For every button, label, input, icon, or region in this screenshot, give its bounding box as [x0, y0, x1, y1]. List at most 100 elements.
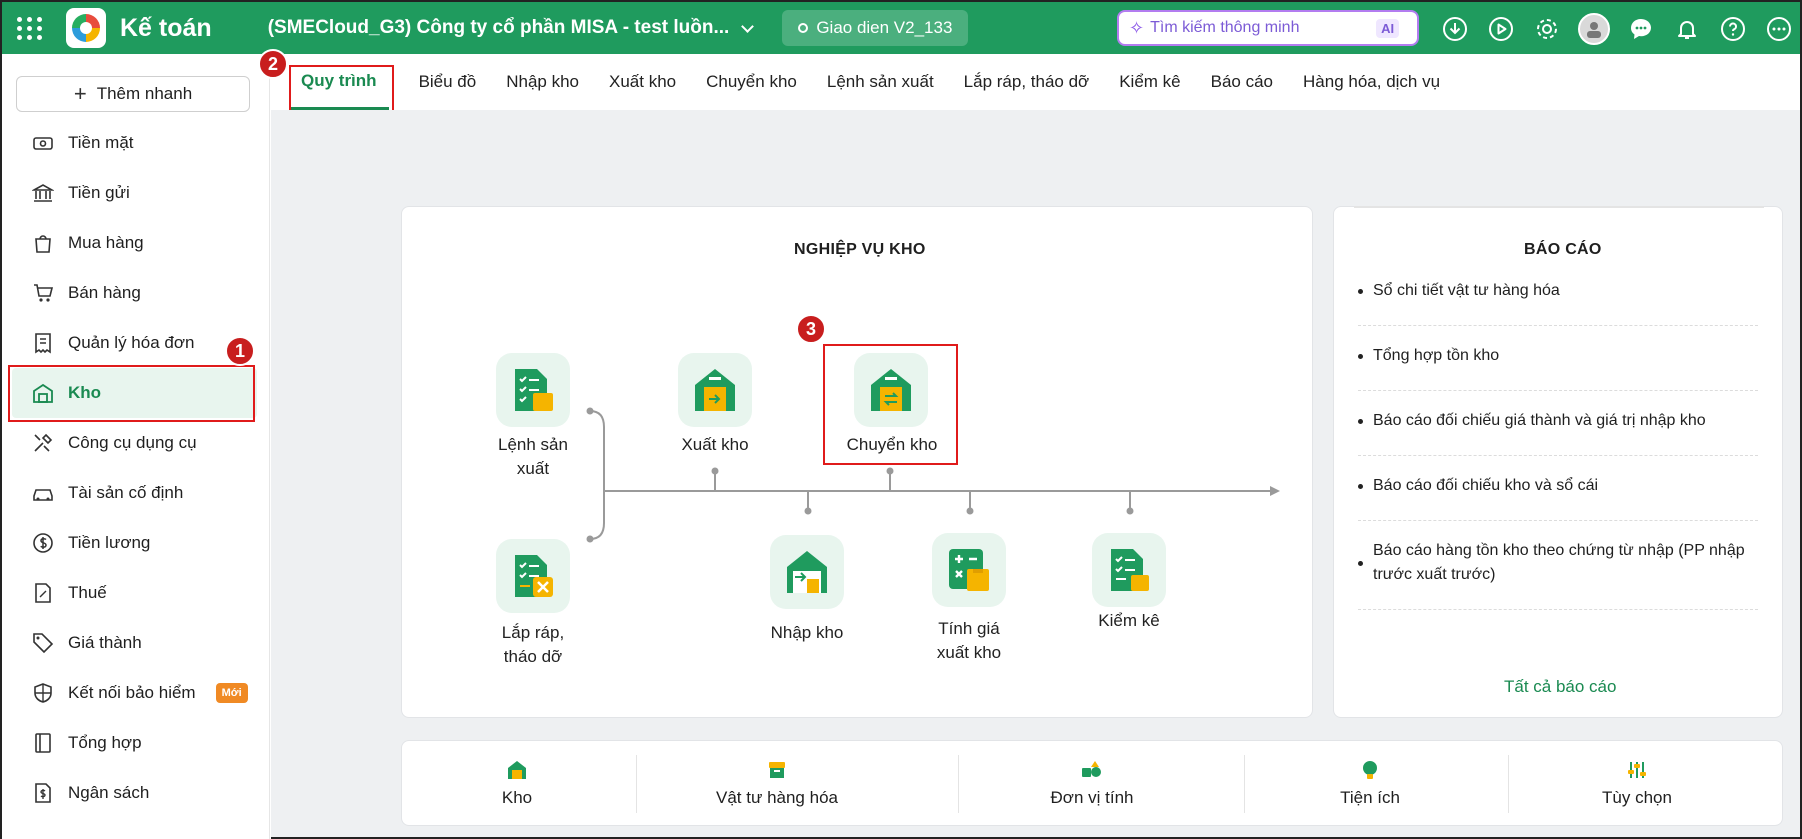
sidebar-item-label: Kết nối bảo hiểm: [68, 683, 196, 702]
tab[interactable]: Lắp ráp, tháo dỡ: [964, 54, 1090, 110]
production-order-icon[interactable]: [496, 353, 570, 427]
tab[interactable]: Nhập kho: [506, 54, 579, 110]
sidebar-item[interactable]: Tài sản cố định: [2, 468, 269, 518]
annotation-badge-3: 3: [796, 314, 826, 344]
book-icon: [35, 733, 51, 753]
bottom-item-kho[interactable]: Kho: [462, 741, 572, 827]
quick-add-label: Thêm nhanh: [96, 84, 193, 103]
annotation-badge-2: 2: [258, 49, 288, 79]
cost-calculation-icon[interactable]: [932, 533, 1006, 607]
tab-bar: Quy trình Biểu đồ Nhập kho Xuất kho Chuyển k…: [271, 54, 1802, 110]
download-icon[interactable]: [1440, 14, 1470, 44]
report-title: BÁO CÁO: [1524, 241, 1602, 258]
app-logo: [66, 8, 106, 48]
cart-icon: [34, 284, 54, 302]
bell-icon[interactable]: [1672, 14, 1702, 44]
circle-icon: [798, 23, 809, 33]
help-icon[interactable]: [1718, 14, 1748, 44]
unit-icon: [1082, 761, 1101, 777]
tab[interactable]: Kiểm kê: [1119, 54, 1180, 110]
ai-badge[interactable]: AI: [1376, 18, 1400, 38]
sidebar-item[interactable]: Giá thành: [2, 618, 269, 668]
top-bar: Kế toán (SMECloud_G3) Công ty cổ phần MI…: [0, 0, 1802, 54]
sidebar-item-label: Bán hàng: [68, 283, 141, 302]
process-card: NGHIỆP VỤ KHO Lệnh sản xuất Lắp ráp, thá…: [401, 206, 1313, 718]
version-label: Giao dien V2_133: [816, 18, 953, 37]
report-item[interactable]: Báo cáo đối chiếu kho và sổ cái: [1358, 474, 1758, 498]
bottom-item-utilities[interactable]: Tiện ích: [1250, 741, 1490, 827]
tab[interactable]: Quy trình: [289, 54, 389, 110]
stock-out-icon[interactable]: [678, 353, 752, 427]
sidebar-item[interactable]: Thuế: [2, 568, 269, 618]
warehouse-icon: [508, 761, 526, 779]
sidebar-item-label: Tiền mặt: [68, 133, 134, 152]
sidebar-item[interactable]: Ngân sách: [2, 768, 269, 818]
gear-icon[interactable]: [1532, 14, 1562, 44]
bottom-item-unit[interactable]: Đơn vị tính: [962, 741, 1222, 827]
sidebar-item[interactable]: Bán hàng: [2, 268, 269, 318]
main-content: NGHIỆP VỤ KHO Lệnh sản xuất Lắp ráp, thá…: [271, 110, 1802, 839]
report-item[interactable]: Báo cáo đối chiếu giá thành và giá trị n…: [1358, 409, 1758, 433]
sidebar-item[interactable]: Tiền gửi: [2, 168, 269, 218]
sidebar-item[interactable]: Kho: [12, 368, 257, 418]
sidebar: + Thêm nhanh Tiền mặt Tiền gửi Mua hàng Bán…: [0, 54, 270, 839]
cost-calculation-label[interactable]: Tính giá xuất kho: [912, 617, 1026, 665]
company-name: (SMECloud_G3) Công ty cổ phần MISA - tes…: [267, 17, 730, 38]
assembly-icon[interactable]: [496, 539, 570, 613]
dollar-circle-icon: [33, 533, 53, 553]
chevron-down-icon: [741, 19, 755, 33]
play-icon[interactable]: [1486, 14, 1516, 44]
report-item[interactable]: Tổng hợp tồn kho: [1358, 344, 1758, 368]
tab[interactable]: Chuyển kho: [706, 54, 797, 110]
apps-grid-icon[interactable]: [16, 14, 44, 42]
production-order-label[interactable]: Lệnh sản xuất: [476, 433, 590, 481]
tab[interactable]: Hàng hóa, dịch vụ: [1303, 54, 1440, 110]
stock-in-icon[interactable]: [770, 535, 844, 609]
bottom-bar: Kho Vật tư hàng hóa Đơn vị tính Tiện ích…: [401, 740, 1783, 826]
stock-in-label[interactable]: Nhập kho: [750, 621, 864, 645]
bank-icon: [32, 184, 54, 202]
search-input[interactable]: [1150, 19, 1371, 37]
assembly-label[interactable]: Lắp ráp, tháo dỡ: [476, 621, 590, 669]
chat-icon[interactable]: [1626, 14, 1656, 44]
quick-add-button[interactable]: + Thêm nhanh: [16, 76, 250, 112]
budget-icon: [35, 783, 51, 803]
sidebar-item-label: Tiền lương: [68, 533, 151, 552]
tab[interactable]: Báo cáo: [1211, 54, 1273, 110]
sidebar-item[interactable]: Tiền mặt: [2, 118, 269, 168]
bottom-item-materials[interactable]: Vật tư hàng hóa: [672, 741, 882, 827]
tab[interactable]: Biểu đồ: [419, 54, 477, 110]
sidebar-item[interactable]: Mua hàng: [2, 218, 269, 268]
plus-icon: +: [73, 81, 87, 106]
stock-transfer-icon[interactable]: [854, 353, 928, 427]
stock-transfer-label[interactable]: Chuyển kho: [832, 433, 952, 457]
bottom-item-options[interactable]: Tùy chọn: [1512, 741, 1762, 827]
company-selector[interactable]: (SMECloud_G3) Công ty cổ phần MISA - tes…: [267, 17, 755, 39]
cash-icon: [33, 137, 53, 150]
inventory-check-icon[interactable]: [1092, 533, 1166, 607]
report-card: BÁO CÁO Sổ chi tiết vật tư hàng hóa Tổng…: [1333, 206, 1783, 718]
stock-out-label[interactable]: Xuất kho: [658, 433, 772, 457]
version-button[interactable]: Giao dien V2_133: [782, 10, 969, 46]
all-reports-link[interactable]: Tất cả báo cáo: [1504, 677, 1616, 697]
warehouse-icon: [33, 383, 53, 403]
sidebar-item[interactable]: Tiền lương: [2, 518, 269, 568]
sliders-icon: [1628, 762, 1646, 778]
tab[interactable]: Xuất kho: [609, 54, 676, 110]
lightbulb-icon: [1363, 761, 1377, 779]
more-icon[interactable]: [1764, 14, 1794, 44]
tag-icon: [33, 633, 54, 654]
sidebar-item[interactable]: Kết nối bảo hiểm Mới: [2, 668, 269, 718]
tools-icon: [34, 433, 53, 452]
tab[interactable]: Lệnh sản xuất: [827, 54, 934, 110]
sidebar-item[interactable]: Công cụ dụng cụ: [2, 418, 269, 468]
report-item[interactable]: Báo cáo hàng tồn kho theo chứng từ nhập …: [1358, 539, 1758, 587]
report-item[interactable]: Sổ chi tiết vật tư hàng hóa: [1358, 279, 1758, 303]
sidebar-item-label: Công cụ dụng cụ: [68, 433, 197, 452]
inventory-check-label[interactable]: Kiểm kê: [1072, 609, 1186, 633]
sidebar-item-label: Kho: [68, 383, 102, 402]
smart-search[interactable]: ✧ AI: [1117, 10, 1419, 46]
sidebar-item-label: Quản lý hóa đơn: [68, 333, 195, 352]
sidebar-item[interactable]: Tổng hợp: [2, 718, 269, 768]
avatar[interactable]: [1578, 13, 1610, 45]
